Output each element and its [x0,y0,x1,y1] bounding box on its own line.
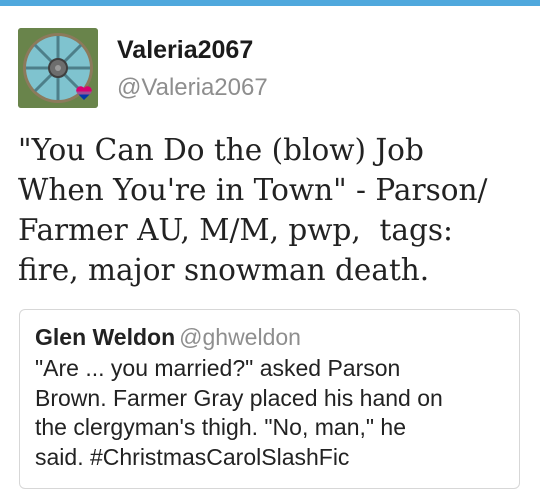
avatar[interactable] [18,28,98,108]
bisexual-heart-icon [76,86,92,100]
quoted-tweet-card[interactable]: Glen Weldon @ghweldon "Are ... you marrie… [19,309,520,489]
user-handle[interactable]: @Valeria2067 [117,74,268,102]
top-accent-bar [0,0,540,6]
quoted-display-name[interactable]: Glen Weldon [35,324,175,350]
display-name[interactable]: Valeria2067 [117,36,253,65]
tweet-text: "You Can Do the (blow) Job When You're i… [18,133,488,287]
quoted-user-handle[interactable]: @ghweldon [179,324,301,350]
quoted-tweet-text: "Are ... you married?" asked Parson Brow… [35,355,443,470]
quoted-tweet-author: Glen Weldon @ghweldon [35,324,301,351]
